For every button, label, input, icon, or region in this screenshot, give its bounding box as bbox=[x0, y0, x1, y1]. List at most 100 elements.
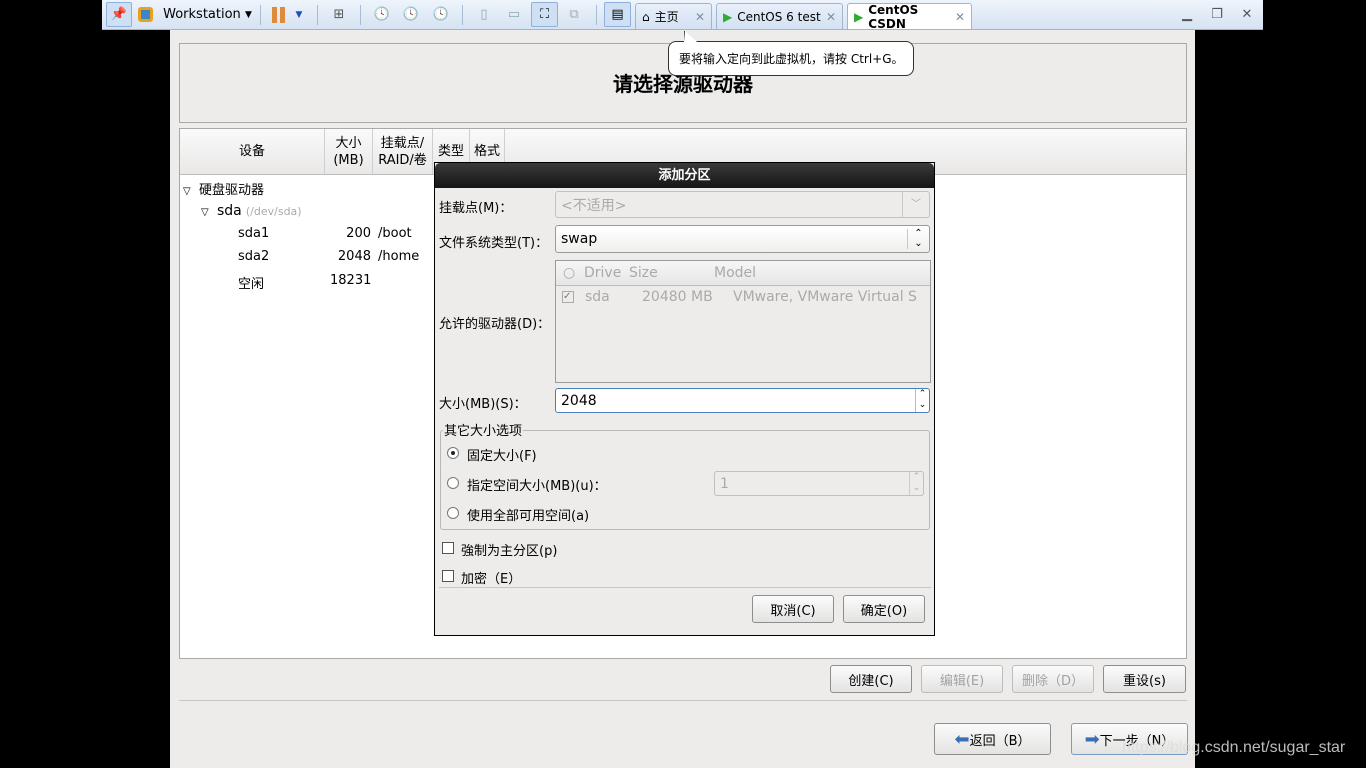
snapshot-manager-icon[interactable]: 🕓 bbox=[429, 2, 453, 27]
mount-label: 挂载点(M)： bbox=[439, 201, 513, 216]
dialog-title: 添加分区 bbox=[435, 163, 934, 188]
close-icon[interactable]: ✕ bbox=[695, 10, 705, 24]
ok-button[interactable]: 确定(O) bbox=[843, 595, 925, 623]
mount-cell: /boot bbox=[378, 226, 412, 241]
col-mount[interactable]: 挂载点/ RAID/卷 bbox=[373, 129, 433, 174]
tooltip-pointer bbox=[684, 31, 697, 42]
close-icon[interactable]: ✕ bbox=[955, 10, 965, 24]
dropdown-icon: ▼ bbox=[244, 9, 252, 20]
size-cell: 2048 bbox=[337, 249, 371, 264]
add-partition-dialog: 添加分区 挂载点(M)： <不适用> ﹀ 文件系统类型(T)： swap ⌃ ⌄ 允许… bbox=[434, 162, 935, 636]
back-label: 返回（B） bbox=[969, 733, 1031, 749]
tab-centos-6-test[interactable]: ▶ CentOS 6 test ✕ bbox=[716, 3, 843, 29]
table-row[interactable]: 空闲 18231 bbox=[238, 273, 371, 292]
col-size[interactable]: Size bbox=[629, 265, 658, 281]
tab-home[interactable]: ⌂ 主页 ✕ bbox=[635, 3, 712, 29]
tree-group-row[interactable]: ▽ 硬盘驱动器 bbox=[183, 179, 264, 198]
minimize-icon[interactable]: ▁ bbox=[1175, 2, 1199, 27]
arrow-left-icon: ⬅ bbox=[954, 728, 970, 750]
fixed-size-radio[interactable] bbox=[447, 447, 459, 459]
upto-size-label[interactable]: 指定空间大小(MB)(u)： bbox=[467, 475, 607, 494]
model-cell: VMware, VMware Virtual S bbox=[733, 289, 917, 305]
size-value: 2048 bbox=[561, 392, 597, 409]
table-row[interactable]: sda1 200/boot bbox=[238, 226, 412, 241]
fstype-combo[interactable]: swap ⌃ ⌄ bbox=[555, 225, 930, 253]
spinner-arrows-icon[interactable]: ⌃ ⌄ bbox=[915, 389, 929, 412]
fullscreen-icon[interactable]: ⛶ bbox=[531, 2, 558, 27]
edit-button[interactable]: 编辑(E) bbox=[921, 665, 1003, 693]
send-keys-icon[interactable]: ⊞ bbox=[327, 2, 351, 27]
drives-list[interactable]: ○ Drive Size Model ✓ sda 20480 MB VMware… bbox=[555, 260, 931, 383]
mount-combo[interactable]: <不适用> ﹀ bbox=[555, 191, 930, 218]
fstype-label: 文件系统类型(T)： bbox=[439, 236, 549, 251]
dropdown-icon[interactable]: ▼ bbox=[290, 2, 308, 27]
size-cell: 18231 bbox=[330, 273, 372, 288]
group-label: 硬盘驱动器 bbox=[198, 183, 264, 198]
encrypt-checkbox[interactable] bbox=[442, 570, 454, 582]
primary-checkbox[interactable] bbox=[442, 542, 454, 554]
tab-centos-csdn[interactable]: ▶ CentOS CSDN ✕ bbox=[847, 3, 972, 31]
encrypt-label[interactable]: 加密（E） bbox=[461, 568, 521, 587]
back-button[interactable]: ⬅ 返回（B） bbox=[934, 723, 1051, 755]
col-drive[interactable]: Drive bbox=[584, 265, 621, 281]
select-all-radio[interactable]: ○ bbox=[563, 265, 575, 281]
upto-size-value: 1 bbox=[720, 475, 729, 492]
console-view-icon[interactable]: ▭ bbox=[502, 2, 526, 27]
vm-icon: ▶ bbox=[854, 9, 864, 24]
device-cell: 空闲 bbox=[238, 277, 265, 292]
watermark: https://blog.csdn.net/sugar_star bbox=[1122, 739, 1346, 756]
tree-disk-row[interactable]: ▽ sda (/dev/sda) bbox=[201, 203, 302, 219]
vmware-toolbar: 📌 Workstation ▼ ▼ ⊞ 🕓 🕓 🕓 ▯ ▭ ⛶ ⧉ ▤ ⌂ 主页 ✕… bbox=[102, 0, 1263, 31]
snapshot-revert-icon[interactable]: 🕓 bbox=[399, 2, 423, 27]
pause-icon[interactable] bbox=[268, 2, 288, 27]
primary-label[interactable]: 強制为主分区(p) bbox=[461, 540, 557, 559]
chevron-down-icon: ﹀ bbox=[902, 192, 929, 217]
disk-label: sda bbox=[216, 203, 242, 219]
expander-icon[interactable]: ▽ bbox=[201, 207, 209, 218]
fill-space-label[interactable]: 使用全部可用空间(a) bbox=[467, 505, 589, 524]
fixed-size-label[interactable]: 固定大小(F) bbox=[467, 445, 537, 464]
divider bbox=[179, 700, 1187, 701]
tooltip-text: 要将输入定向到此虚拟机，请按 Ctrl+G。 bbox=[679, 52, 904, 66]
device-cell: sda1 bbox=[238, 226, 270, 241]
reset-button[interactable]: 重设(s) bbox=[1103, 665, 1186, 693]
drive-checkbox[interactable]: ✓ bbox=[562, 291, 574, 303]
size-cell: 20480 MB bbox=[642, 289, 713, 305]
fstype-value: swap bbox=[561, 231, 598, 247]
unity-icon[interactable]: ⧉ bbox=[562, 2, 586, 27]
size-spinner[interactable]: 2048 ⌃ ⌄ bbox=[555, 388, 930, 413]
delete-button[interactable]: 删除（D） bbox=[1012, 665, 1094, 693]
pin-icon[interactable]: 📌 bbox=[106, 2, 132, 27]
home-icon: ⌂ bbox=[642, 9, 650, 24]
drives-label: 允许的驱动器(D)： bbox=[439, 317, 551, 332]
spinner-arrows-icon[interactable]: ⌃ ⌄ bbox=[909, 472, 923, 495]
drive-cell: sda bbox=[585, 289, 610, 305]
col-device[interactable]: 设备 bbox=[180, 129, 325, 174]
disk-path: (/dev/sda) bbox=[245, 205, 302, 218]
tab-label: CentOS 6 test bbox=[737, 9, 821, 24]
table-row[interactable]: sda2 2048/home bbox=[238, 249, 419, 264]
other-size-legend: 其它大小选项 bbox=[443, 420, 524, 439]
vmware-logo-icon bbox=[134, 2, 156, 27]
col-size[interactable]: 大小 (MB) bbox=[325, 129, 373, 174]
create-button[interactable]: 创建(C) bbox=[830, 665, 912, 693]
fill-space-radio[interactable] bbox=[447, 507, 459, 519]
snapshot-take-icon[interactable]: 🕓 bbox=[370, 2, 394, 27]
updown-icon: ⌃ ⌄ bbox=[907, 229, 929, 249]
upto-size-radio[interactable] bbox=[447, 477, 459, 489]
cancel-button[interactable]: 取消(C) bbox=[752, 595, 834, 623]
upto-size-spinner[interactable]: 1 ⌃ ⌄ bbox=[714, 471, 924, 496]
mount-cell: /home bbox=[378, 249, 420, 264]
workstation-label: Workstation bbox=[163, 7, 241, 22]
divider bbox=[439, 587, 931, 588]
expander-icon[interactable]: ▽ bbox=[183, 186, 191, 197]
close-window-icon[interactable]: ✕ bbox=[1235, 2, 1259, 27]
workstation-menu[interactable]: Workstation ▼ bbox=[160, 2, 255, 27]
vm-icon: ▶ bbox=[723, 9, 733, 24]
restore-icon[interactable]: ❐ bbox=[1205, 2, 1229, 27]
sidebar-view-icon[interactable]: ▯ bbox=[472, 2, 496, 27]
close-icon[interactable]: ✕ bbox=[826, 10, 836, 24]
col-model[interactable]: Model bbox=[714, 265, 756, 281]
device-cell: sda2 bbox=[238, 249, 270, 264]
thumbnail-view-icon[interactable]: ▤ bbox=[604, 2, 631, 27]
